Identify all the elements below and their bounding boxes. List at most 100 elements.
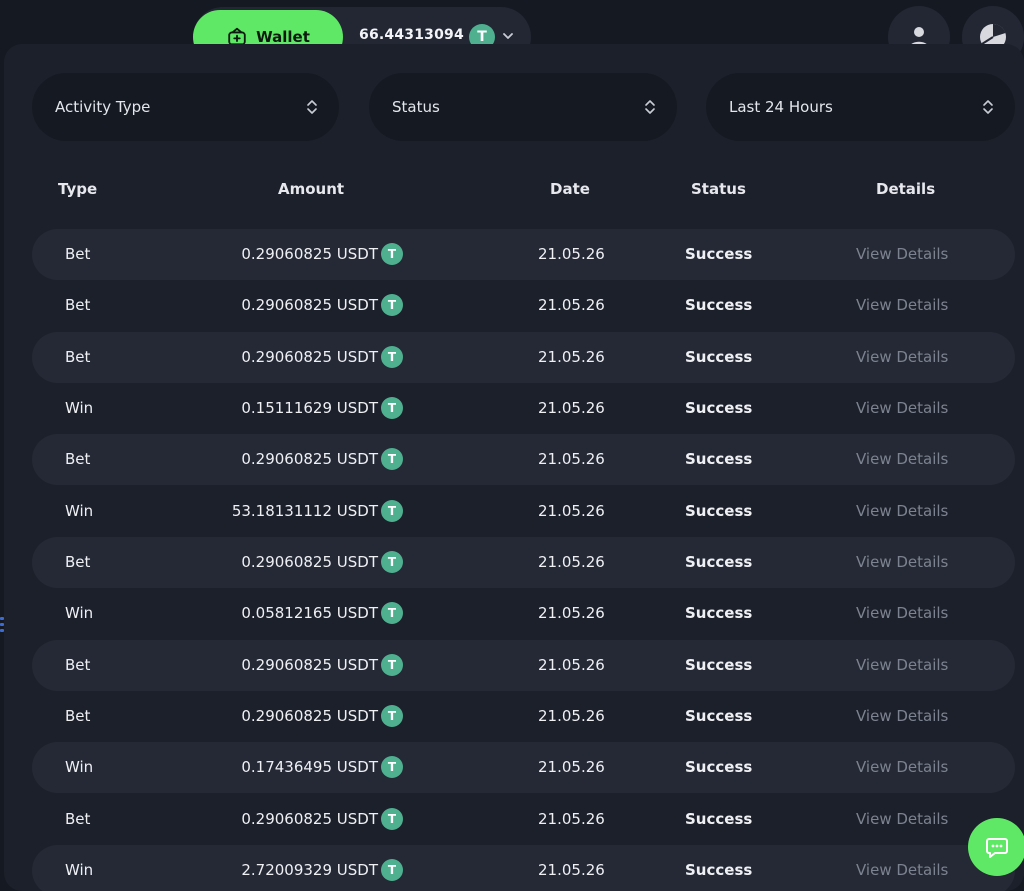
row-date: 21.05.26 [538, 809, 605, 828]
row-type: Bet [65, 450, 91, 469]
row-amount-value: 0.29060825 USDT [241, 809, 378, 828]
row-amount-value: 0.29060825 USDT [241, 347, 378, 366]
row-amount: 0.29060825 USDT T [241, 448, 403, 471]
row-amount-value: 0.29060825 USDT [241, 655, 378, 674]
row-amount: 0.29060825 USDT T [241, 345, 403, 368]
row-amount: 0.29060825 USDT T [241, 807, 403, 830]
row-type: Bet [65, 347, 91, 366]
usdt-coin-icon: T [381, 396, 403, 419]
row-type: Win [65, 758, 94, 777]
row-type: Bet [65, 552, 91, 571]
chat-button[interactable] [968, 818, 1024, 876]
time-range-select[interactable]: Last 24 Hours [706, 73, 1015, 141]
row-date: 21.05.26 [538, 604, 605, 623]
row-date: 21.05.26 [538, 347, 605, 366]
table-row: Bet 0.29060825 USDT T 21.05.26 Success View D… [32, 229, 1015, 280]
usdt-coin-icon: T [381, 807, 403, 830]
row-amount-value: 0.29060825 USDT [241, 706, 378, 725]
row-date: 21.05.26 [538, 655, 605, 674]
view-details-link[interactable]: View Details [856, 604, 948, 622]
view-details-link[interactable]: View Details [856, 707, 948, 725]
updown-chevron-icon [307, 100, 317, 114]
row-amount-value: 2.72009329 USDT [241, 860, 378, 879]
status-select[interactable]: Status [369, 73, 677, 141]
row-date: 21.05.26 [538, 398, 605, 417]
chevron-down-icon[interactable] [500, 28, 516, 44]
table-row: Bet 0.29060825 USDT T 21.05.26 Success View D… [32, 280, 1015, 331]
row-status: Success [685, 552, 753, 571]
row-status: Success [685, 296, 753, 315]
row-status: Success [685, 655, 753, 674]
row-date: 21.05.26 [538, 860, 605, 879]
row-amount-value: 0.15111629 USDT [241, 398, 378, 417]
row-amount: 0.29060825 USDT T [241, 294, 403, 317]
view-details-link[interactable]: View Details [856, 450, 948, 468]
row-status: Success [685, 860, 753, 879]
view-details-link[interactable]: View Details [856, 758, 948, 776]
table-row: Bet 0.29060825 USDT T 21.05.26 Success View D… [32, 691, 1015, 742]
view-details-link[interactable]: View Details [856, 296, 948, 314]
row-type: Win [65, 501, 94, 520]
row-type: Win [65, 860, 94, 879]
usdt-coin-icon: T [381, 550, 403, 573]
view-details-link[interactable]: View Details [856, 502, 948, 520]
chat-icon [986, 838, 1008, 858]
view-details-link[interactable]: View Details [856, 399, 948, 417]
usdt-coin-icon: T [381, 448, 403, 471]
row-type: Bet [65, 245, 91, 263]
status-label: Status [392, 98, 440, 116]
row-type: Bet [65, 809, 91, 828]
row-amount: 53.18131112 USDT T [232, 499, 403, 522]
column-header-details: Details [876, 180, 936, 198]
row-type: Win [65, 604, 94, 623]
table-row: Bet 0.29060825 USDT T 21.05.26 Success View D… [32, 794, 1015, 845]
view-details-link[interactable]: View Details [856, 245, 948, 263]
table-row: Win 2.72009329 USDT T 21.05.26 Success View D… [32, 844, 1015, 891]
row-amount-value: 0.05812165 USDT [241, 604, 378, 623]
usdt-coin-icon: T [381, 602, 403, 625]
row-status: Success [685, 398, 753, 417]
table-row: Bet 0.29060825 USDT T 21.05.26 Success View D… [32, 536, 1015, 588]
table-row: Win 53.18131112 USDT T 21.05.26 Success View … [32, 486, 1015, 537]
row-amount-value: 0.29060825 USDT [241, 245, 378, 263]
usdt-coin-icon: T [381, 858, 403, 881]
row-status: Success [685, 501, 753, 520]
table-row: Bet 0.29060825 USDT T 21.05.26 Success View D… [32, 331, 1015, 383]
row-type: Bet [65, 655, 91, 674]
table-row: Win 0.15111629 USDT T 21.05.26 Success View D… [32, 383, 1015, 434]
table-row: Win 0.05812165 USDT T 21.05.26 Success View D… [32, 588, 1015, 639]
table-header: Type Amount Date Status Details [0, 180, 1024, 202]
usdt-coin-icon: T [381, 243, 403, 265]
row-amount: 0.17436495 USDT T [241, 756, 403, 779]
view-details-link[interactable]: View Details [856, 553, 948, 571]
row-type: Bet [65, 296, 91, 315]
view-details-link[interactable]: View Details [856, 861, 948, 879]
usdt-coin-icon: T [381, 756, 403, 779]
column-header-amount: Amount [278, 180, 345, 198]
row-status: Success [685, 604, 753, 623]
view-details-link[interactable]: View Details [856, 656, 948, 674]
activity-type-label: Activity Type [55, 98, 151, 116]
table-row: Bet 0.29060825 USDT T 21.05.26 Success View D… [32, 434, 1015, 486]
usdt-coin-icon: T [381, 294, 403, 317]
row-date: 21.05.26 [538, 552, 605, 571]
row-type: Win [65, 398, 94, 417]
row-date: 21.05.26 [538, 501, 605, 520]
view-details-link[interactable]: View Details [856, 348, 948, 366]
column-header-status: Status [691, 180, 746, 198]
row-date: 21.05.26 [538, 245, 605, 263]
row-type: Bet [65, 706, 91, 725]
row-date: 21.05.26 [538, 706, 605, 725]
table-row: Win 0.17436495 USDT T 21.05.26 Success View D… [32, 742, 1015, 794]
activity-type-select[interactable]: Activity Type [32, 73, 339, 141]
row-amount: 0.29060825 USDT T [241, 704, 403, 727]
row-amount: 0.15111629 USDT T [241, 396, 403, 419]
wallet-balance: 66.44313094 [359, 27, 464, 43]
row-date: 21.05.26 [538, 296, 605, 315]
row-amount: 0.29060825 USDT T [241, 550, 403, 573]
row-amount: 0.29060825 USDT T [241, 243, 403, 265]
row-amount-value: 0.29060825 USDT [241, 450, 378, 469]
row-status: Success [685, 245, 753, 263]
view-details-link[interactable]: View Details [856, 810, 948, 828]
usdt-coin-icon: T [381, 499, 403, 522]
